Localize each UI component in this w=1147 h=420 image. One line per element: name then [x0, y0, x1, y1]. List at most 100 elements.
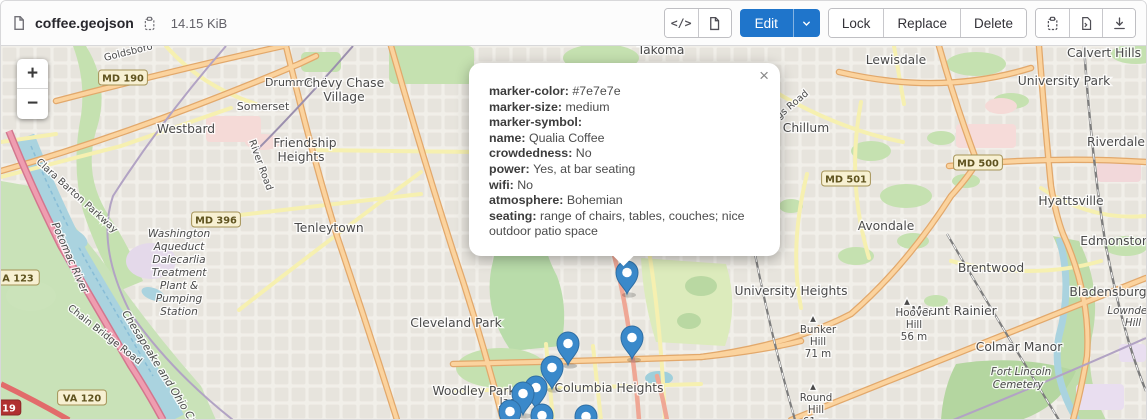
map-label: Edmonston — [1080, 234, 1146, 248]
map-label: Station — [160, 306, 198, 318]
map-label: Columbia Heights — [554, 381, 663, 395]
map-label: Calvert Hills — [1067, 46, 1141, 60]
download-icon — [1112, 16, 1127, 31]
map-label: Brentwood — [958, 261, 1024, 275]
svg-text:MD 190: MD 190 — [102, 74, 144, 85]
map-label: University Park — [1018, 74, 1111, 88]
file-icon — [11, 15, 27, 31]
map-label: University Heights — [735, 284, 848, 298]
delete-button[interactable]: Delete — [960, 9, 1026, 37]
map-label: Westbard — [157, 122, 215, 136]
edit-dropdown-button[interactable] — [793, 9, 820, 37]
map-label: Chevy Chase — [304, 76, 384, 90]
code-view-icon: </> — [671, 16, 692, 30]
popup-property: crowdednessNo — [489, 146, 756, 162]
popup-property: atmosphereBohemian — [489, 193, 756, 209]
popup-property: seatingrange of chairs, tables, couches;… — [489, 209, 756, 240]
file-size: 14.15 KiB — [171, 16, 227, 31]
display-source-button[interactable]: </> — [665, 9, 698, 37]
map-label: Tenleytown — [293, 221, 363, 235]
map-label: Village — [323, 90, 364, 104]
popup-property: marker-symbol — [489, 115, 756, 131]
download-button[interactable] — [1102, 9, 1135, 37]
map-label: Treatment — [152, 267, 208, 279]
map-label: Hill — [1125, 317, 1141, 329]
map-label: Lowndes — [1107, 305, 1146, 317]
map-label: Avondale — [858, 219, 915, 233]
map-label: Chillum — [783, 121, 829, 135]
popup-close-icon[interactable]: × — [759, 67, 769, 84]
map-label: Hill — [906, 319, 922, 331]
edit-button[interactable]: Edit — [740, 9, 793, 37]
map-zoom-control: + − — [17, 59, 48, 119]
file-meta: coffee.geojson 14.15 KiB — [11, 15, 227, 31]
raw-file-icon — [1079, 16, 1094, 31]
svg-text:19: 19 — [2, 404, 16, 415]
map-label: Round — [800, 392, 833, 404]
map-label: Lewisdale — [866, 53, 926, 67]
zoom-in-button[interactable]: + — [17, 59, 48, 89]
lock-button[interactable]: Lock — [829, 9, 884, 37]
chevron-down-icon — [801, 18, 812, 29]
svg-text:MD 396: MD 396 — [195, 216, 237, 227]
route-shield: A 123 — [1, 270, 39, 285]
route-shield: 19 — [1, 400, 21, 415]
map-label: Colmar Manor — [976, 340, 1063, 354]
copy-file-path-icon[interactable] — [142, 16, 157, 31]
popup-property: marker-sizemedium — [489, 100, 756, 116]
map-label: Heights — [277, 150, 324, 164]
file-header: coffee.geojson 14.15 KiB </> Edit — [1, 1, 1146, 46]
view-toggle-group: </> — [664, 8, 732, 38]
map-label: ▲ — [810, 314, 816, 323]
map-marker-pin[interactable] — [499, 400, 521, 420]
map-label: Fort Lincoln — [991, 366, 1051, 378]
route-shield: MD 396 — [192, 212, 241, 227]
map-label: ▲ — [904, 297, 910, 306]
replace-button[interactable]: Replace — [883, 9, 960, 37]
map-label: Dalecarlia — [152, 254, 205, 266]
map-label: Plant & — [160, 280, 198, 292]
map-label: Hill — [808, 404, 824, 416]
map-label: Hyattsville — [1038, 194, 1103, 208]
popup-property: wifiNo — [489, 178, 756, 194]
open-raw-button[interactable] — [1069, 9, 1102, 37]
map-label: Somerset — [237, 100, 290, 113]
display-rendered-button[interactable] — [698, 9, 731, 37]
marker-popup: × marker-color#7e7e7e marker-sizemedium … — [469, 63, 780, 256]
map-label: 71 m — [805, 348, 831, 360]
map-label: Bladensburg — [1069, 285, 1146, 299]
svg-text:VA 120: VA 120 — [63, 394, 102, 405]
svg-text:MD 501: MD 501 — [825, 175, 867, 186]
map-label: Pumping — [156, 293, 203, 305]
map-label: Hill — [810, 336, 826, 348]
geojson-file-viewer: coffee.geojson 14.15 KiB </> Edit — [0, 0, 1147, 420]
route-shield: VA 120 — [58, 390, 107, 405]
copy-contents-icon — [1045, 16, 1060, 31]
map-canvas[interactable]: MD 190 MD 396 MD 500 MD 501 A 123 VA 120 19 Ta… — [1, 46, 1146, 420]
map-label: Bunker — [800, 324, 837, 336]
file-action-group: Lock Replace Delete — [828, 8, 1027, 38]
header-actions: </> Edit Lock Replace Delete — [664, 8, 1136, 38]
route-shield: MD 501 — [822, 171, 871, 186]
edit-split-button: Edit — [740, 9, 820, 37]
popup-property: marker-color#7e7e7e — [489, 84, 756, 100]
map-label: 56 m — [901, 331, 927, 343]
route-shield: MD 500 — [954, 155, 1003, 170]
file-name: coffee.geojson — [35, 15, 134, 31]
map-label: ▲ — [810, 382, 816, 391]
copy-contents-button[interactable] — [1036, 9, 1069, 37]
document-icon — [707, 16, 722, 31]
utility-icon-group — [1035, 8, 1136, 38]
popup-property: nameQualia Coffee — [489, 131, 756, 147]
zoom-out-button[interactable]: − — [17, 89, 48, 119]
map-label: 61 m — [803, 416, 829, 420]
map-label: Friendship — [273, 136, 336, 150]
map-label: Cleveland Park — [410, 316, 502, 330]
svg-text:A 123: A 123 — [2, 274, 34, 285]
map-label: Takoma — [637, 46, 685, 57]
route-shield: MD 190 — [99, 70, 148, 85]
svg-text:MD 500: MD 500 — [957, 159, 999, 170]
map-label: Hoover — [895, 307, 933, 319]
map-label: Riverdale — [1087, 135, 1145, 149]
map-label: Washington — [148, 228, 210, 240]
